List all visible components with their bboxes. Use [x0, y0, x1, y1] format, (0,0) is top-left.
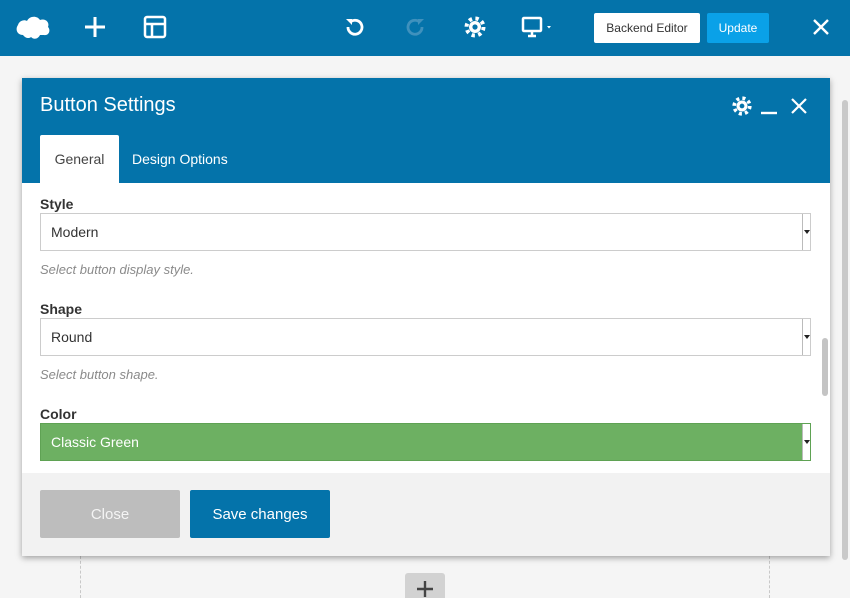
modal-close-icon[interactable]: [787, 94, 811, 118]
update-button[interactable]: Update: [707, 13, 769, 43]
modal-title: Button Settings: [40, 94, 176, 116]
undo-icon[interactable]: [340, 12, 370, 42]
style-select[interactable]: Modern: [40, 213, 811, 251]
shape-select[interactable]: Round: [40, 318, 811, 356]
minimize-icon[interactable]: [757, 94, 781, 118]
row-guide-left: [80, 556, 81, 598]
color-select[interactable]: Classic Green: [40, 423, 811, 461]
style-hint: Select button display style.: [40, 262, 194, 277]
tab-design-options[interactable]: Design Options: [132, 135, 228, 183]
logo-cloud-icon[interactable]: [14, 12, 52, 42]
chevron-down-icon: [802, 214, 810, 250]
save-changes-button[interactable]: Save changes: [190, 490, 330, 538]
modal-header: Button Settings General Design Options: [22, 78, 830, 183]
color-label: Color: [40, 406, 77, 422]
shape-label: Shape: [40, 301, 83, 317]
settings-gear-icon[interactable]: [460, 12, 490, 42]
chevron-down-icon: [802, 424, 810, 460]
button-settings-modal: Button Settings General Design Options S…: [22, 78, 830, 556]
row-guide-right: [769, 556, 770, 598]
page-scrollbar[interactable]: [842, 100, 848, 560]
modal-settings-icon[interactable]: [730, 94, 754, 118]
top-toolbar: Backend Editor Update: [0, 0, 850, 56]
backend-editor-button[interactable]: Backend Editor: [594, 13, 700, 43]
close-icon[interactable]: [806, 12, 836, 42]
color-select-value: Classic Green: [51, 434, 139, 450]
templates-icon[interactable]: [140, 12, 170, 42]
modal-body: Style Modern Select button display style…: [22, 183, 830, 473]
style-select-value: Modern: [51, 224, 99, 240]
tab-general[interactable]: General: [40, 135, 119, 183]
modal-footer: Close Save changes: [22, 473, 830, 556]
responsive-monitor-icon[interactable]: [520, 12, 558, 42]
shape-hint: Select button shape.: [40, 367, 159, 382]
shape-select-value: Round: [51, 329, 93, 345]
style-label: Style: [40, 196, 74, 212]
add-element-icon[interactable]: [80, 12, 110, 42]
redo-icon[interactable]: [400, 12, 430, 42]
close-button[interactable]: Close: [40, 490, 180, 538]
add-element-button[interactable]: [405, 573, 445, 598]
modal-scrollbar[interactable]: [822, 338, 828, 396]
chevron-down-icon: [802, 319, 810, 355]
plus-icon: [417, 581, 433, 597]
